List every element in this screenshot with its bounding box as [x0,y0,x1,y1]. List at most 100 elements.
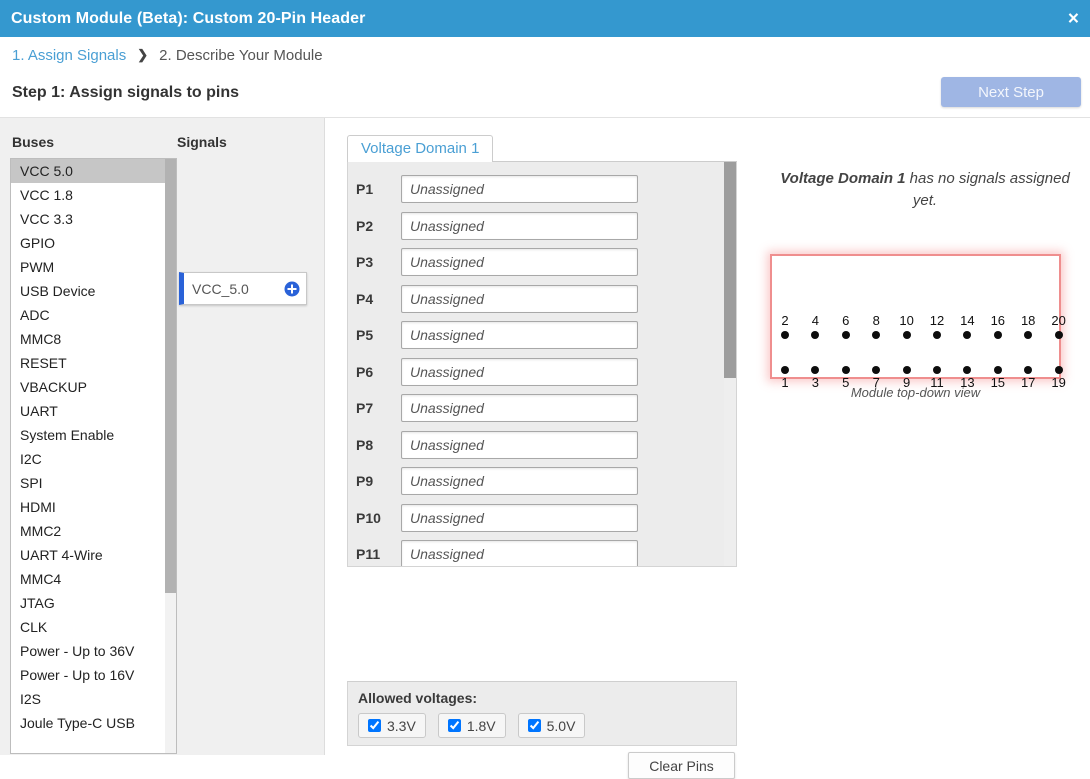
allowed-voltage-label: 5.0V [546,717,576,734]
signals-heading: Signals [177,134,227,150]
pin-input-p8[interactable] [401,430,638,459]
bus-list-item-label: I2C [20,451,42,467]
module-pin-dot[interactable] [841,331,850,339]
module-pin-number: 14 [960,313,975,328]
pin-label: P10 [356,509,381,526]
bus-list-item-label: PWM [20,259,55,275]
bus-list-item[interactable]: MMC2 [11,519,176,543]
pin-row: P7 [348,390,727,427]
bus-list-item[interactable]: MMC4 [11,567,176,591]
close-icon[interactable]: × [1068,9,1079,28]
module-pin-dot[interactable] [933,366,941,374]
bus-list-item[interactable]: Joule Type-C USB [11,711,176,735]
clear-pins-button[interactable]: Clear Pins [628,752,735,779]
module-pin-dot[interactable] [1054,366,1063,374]
bus-list-item[interactable]: USB Device [11,279,176,303]
pin-list-scroll-area[interactable]: P1 P2 P3 P4 P5 P6 P7 P8 P9 P10 P11 [347,162,737,567]
bus-list-item[interactable]: VCC 3.3 [11,207,176,231]
pin-input-p10[interactable] [401,503,638,532]
module-pin-number: 8 [872,313,880,328]
bus-list-item[interactable]: I2C [11,447,176,471]
window-title-bar: Custom Module (Beta): Custom 20-Pin Head… [0,0,1090,37]
module-pin-dot[interactable] [781,331,789,339]
bus-list-item[interactable]: VCC 1.8 [11,183,176,207]
bus-list-item[interactable]: UART 4-Wire [11,543,176,567]
module-pin-number: 16 [990,313,1006,328]
window-title: Custom Module (Beta): Custom 20-Pin Head… [11,9,366,27]
bus-list-item[interactable]: Power - Up to 36V [11,639,176,663]
bus-list-item[interactable]: SPI [11,471,176,495]
module-pin-dot[interactable] [993,366,1002,374]
module-pin-dot[interactable] [1054,331,1063,339]
module-pin-dot[interactable] [811,331,820,339]
tab-voltage-domain-1[interactable]: Voltage Domain 1 [347,135,494,163]
pin-input-p3[interactable] [401,248,638,277]
buses-scrollbar[interactable] [165,159,176,753]
page-title: Step 1: Assign signals to pins [12,84,239,101]
module-pin-dot[interactable] [811,366,820,374]
module-pin-number: 4 [811,313,819,328]
bus-list-item[interactable]: I2S [11,687,176,711]
module-pin-dot[interactable] [963,366,972,374]
bus-list-item-label: Joule Type-C USB [20,715,135,731]
module-pin-dot[interactable] [902,331,911,339]
pin-assignment-panel: Voltage Domain 1 P1P2P3P4P5P6P7P8P9P10P1… [347,132,737,567]
bus-list-item[interactable]: CLK [11,615,176,639]
module-pin-dot[interactable] [872,331,881,339]
pin-input-p7[interactable] [401,394,638,423]
breadcrumb-step-1[interactable]: 1. Assign Signals [12,47,126,64]
allowed-voltage-chip[interactable]: 5.0V [517,713,586,738]
module-pin-dot[interactable] [993,331,1002,339]
module-pin-dot[interactable] [1024,366,1033,374]
module-pin-dot[interactable] [841,366,850,374]
pin-input-p6[interactable] [401,357,638,386]
module-pin-dot[interactable] [963,331,972,339]
bus-list-item-label: VCC 3.3 [20,211,73,227]
pin-input-p1[interactable] [401,175,638,204]
bus-list-item[interactable]: Power - Up to 16V [11,663,176,687]
voltage-domain-tabstrip: Voltage Domain 1 [347,132,737,163]
bus-list-item[interactable]: ADC [11,303,176,327]
allowed-voltage-chip[interactable]: 3.3V [358,713,426,738]
signal-item-vcc-5-0[interactable]: VCC_5.0 [179,272,307,305]
bus-list-item[interactable]: JTAG [11,591,176,615]
pin-input-p5[interactable] [401,321,638,350]
bus-list-item[interactable]: GPIO [11,231,176,255]
module-pin-number: 18 [1020,313,1036,328]
pin-list-scrollbar-thumb[interactable] [724,162,736,378]
buses-heading: Buses [12,134,55,150]
allowed-voltage-checkbox[interactable] [527,719,541,732]
pin-label: P9 [356,473,374,490]
buses-scrollbar-thumb[interactable] [165,159,176,593]
pin-input-p11[interactable] [401,540,638,566]
module-pin-dot[interactable] [1024,331,1033,339]
next-step-button[interactable]: Next Step [941,77,1081,107]
bus-list-item[interactable]: RESET [11,351,176,375]
plus-circle-icon[interactable] [278,281,306,297]
bus-list-item[interactable]: System Enable [11,423,176,447]
allowed-voltage-chip[interactable]: 1.8V [437,713,506,738]
bus-list-item[interactable]: HDMI [11,495,176,519]
pin-input-p9[interactable] [401,467,638,496]
bus-list-item[interactable]: UART [11,399,176,423]
bus-list-item-label: System Enable [20,427,115,443]
module-pin-dot[interactable] [781,366,789,374]
buses-list[interactable]: VCC 5.0 VCC 1.8 VCC 3.3 GPIO PWM USB Device AD… [10,158,177,754]
bus-list-item[interactable]: VBACKUP [11,375,176,399]
bus-list-item-label: UART [20,403,58,419]
bus-list-item[interactable]: MMC8 [11,327,176,351]
module-pin-dot[interactable] [933,331,941,339]
pin-list-scrollbar[interactable] [724,162,736,566]
pin-input-p4[interactable] [401,284,638,313]
allowed-voltage-checkbox[interactable] [447,719,461,732]
pin-input-p2[interactable] [401,211,638,240]
bus-list-item-label: RESET [20,355,67,371]
bus-list-item[interactable]: VCC 5.0 [11,159,176,183]
bus-list-item[interactable]: PWM [11,255,176,279]
pin-label: P5 [356,327,374,344]
allowed-voltage-checkbox[interactable] [368,719,381,732]
breadcrumb-step-2[interactable]: 2. Describe Your Module [159,47,322,64]
module-pin-number: 12 [929,313,945,328]
module-pin-dot[interactable] [902,366,911,374]
module-pin-dot[interactable] [872,366,881,374]
